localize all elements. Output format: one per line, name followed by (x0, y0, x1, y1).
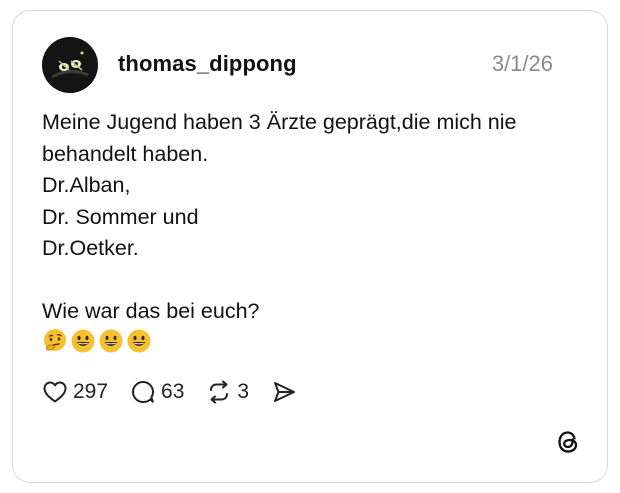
post-line: Wie war das bei euch? (42, 299, 260, 323)
share-button[interactable] (271, 379, 297, 405)
post-line: Dr.Oetker. (42, 236, 139, 260)
send-icon (274, 382, 296, 402)
post-line: Dr.Alban, (42, 173, 131, 197)
repost-button[interactable]: 3 (206, 379, 249, 405)
username[interactable]: thomas_dippong (118, 51, 297, 77)
action-bar: 297 63 3 (42, 377, 319, 407)
grinning-face-icon (71, 329, 95, 353)
post-text: Meine Jugend haben 3 Ärzte geprägt,die m… (42, 107, 582, 328)
emoji-row (42, 328, 152, 356)
post-date: 3/1/26 (491, 51, 553, 76)
grinning-face-icon (99, 329, 123, 353)
post-line-blank (42, 265, 582, 297)
like-button[interactable]: 297 (42, 380, 108, 404)
repost-icon (210, 380, 229, 404)
repost-count: 3 (237, 380, 250, 403)
avatar-image (43, 38, 97, 92)
heart-icon (43, 381, 67, 403)
post-line: behandelt haben. (42, 141, 209, 166)
grinning-face-icon (127, 329, 151, 353)
like-count: 297 (73, 380, 109, 403)
avatar[interactable] (42, 37, 98, 93)
reply-button[interactable]: 63 (130, 379, 184, 405)
post-line: Meine Jugend haben 3 Ärzte geprägt,die m… (42, 110, 517, 134)
speech-bubble-icon (132, 381, 155, 403)
reply-count: 63 (161, 380, 185, 403)
thinking-face-icon (44, 329, 66, 351)
post-line: Dr. Sommer und (42, 204, 199, 229)
threads-logo-icon[interactable] (555, 429, 581, 455)
post-card: thomas_dippong 3/1/26 Meine Jugend haben… (12, 10, 608, 483)
